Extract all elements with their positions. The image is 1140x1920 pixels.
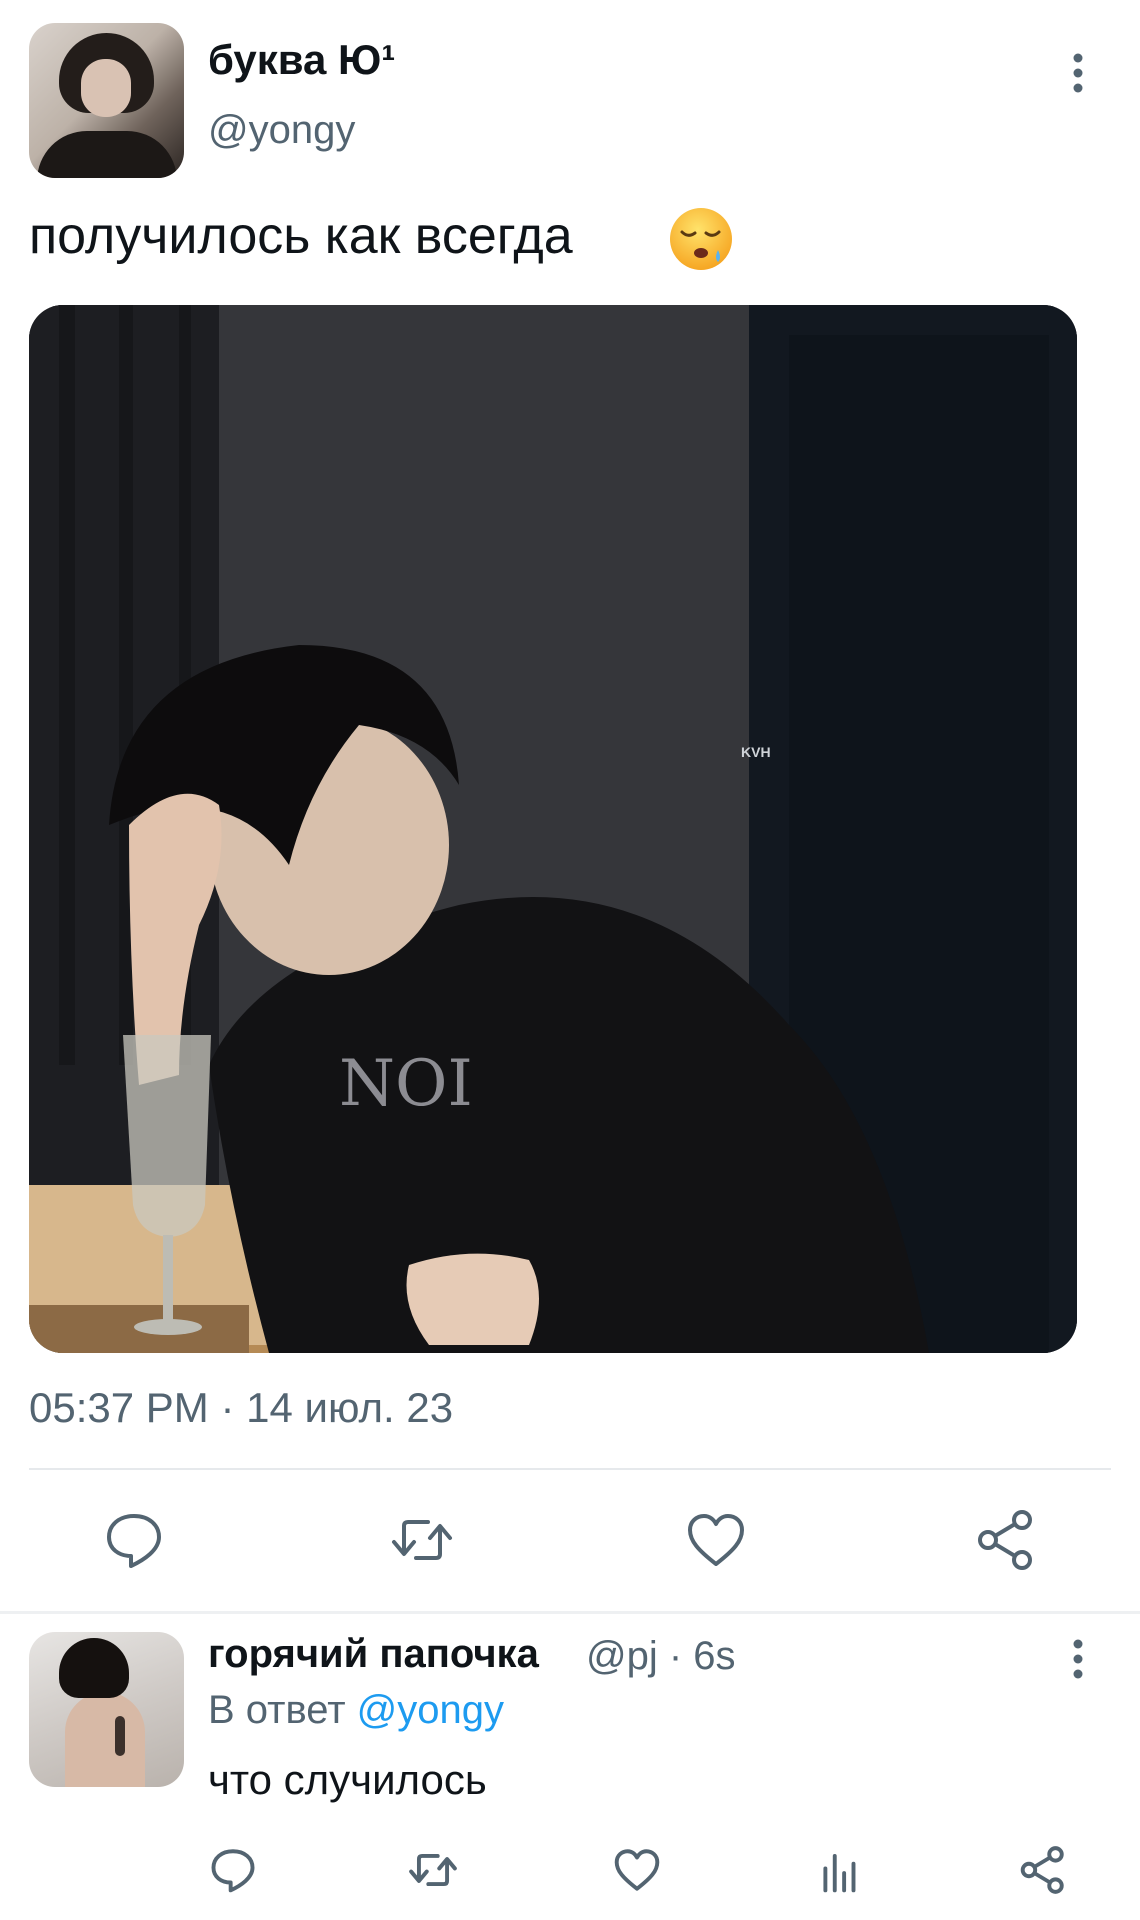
tweet-photo[interactable]: KVH NOI	[29, 305, 1077, 1353]
shirt-logo-text: NOI	[339, 1047, 473, 1121]
reply-reply-icon[interactable]	[208, 1845, 258, 1895]
reply-retweet-icon[interactable]	[408, 1845, 458, 1895]
tweet-timestamp[interactable]: 05:37 PM · 14 июл. 23	[29, 1384, 453, 1432]
reply-like-icon[interactable]	[612, 1845, 662, 1895]
reply-author-avatar[interactable]	[29, 1632, 184, 1787]
author-avatar[interactable]	[29, 23, 184, 178]
reply-text: что случилось	[208, 1756, 487, 1803]
tweet-text: получилось как всегда	[29, 207, 573, 265]
section-separator	[0, 1611, 1140, 1614]
divider	[29, 1468, 1111, 1470]
reply-prefix: В ответ	[208, 1688, 346, 1732]
reply-mention-link[interactable]: @yongy	[357, 1688, 504, 1732]
reply-author-meta[interactable]: @pj · 6s	[586, 1634, 736, 1679]
reply-icon[interactable]	[102, 1508, 166, 1572]
sleepy-face-icon	[668, 206, 734, 272]
watermark-text: KVH	[741, 744, 771, 760]
reply-more-options-icon[interactable]	[1060, 1636, 1096, 1682]
retweet-icon[interactable]	[390, 1508, 454, 1572]
reply-analytics-icon[interactable]	[816, 1845, 866, 1895]
reply-to-line: В ответ @yongy	[208, 1688, 504, 1733]
reply-share-icon[interactable]	[1018, 1845, 1068, 1895]
author-handle[interactable]: @yongy	[208, 108, 355, 153]
reply-author-display-name[interactable]: горячий папочка	[208, 1632, 539, 1677]
more-options-icon[interactable]	[1060, 50, 1096, 96]
author-display-name[interactable]: буква Ю¹	[208, 36, 395, 84]
like-icon[interactable]	[684, 1508, 748, 1572]
share-icon[interactable]	[974, 1508, 1038, 1572]
